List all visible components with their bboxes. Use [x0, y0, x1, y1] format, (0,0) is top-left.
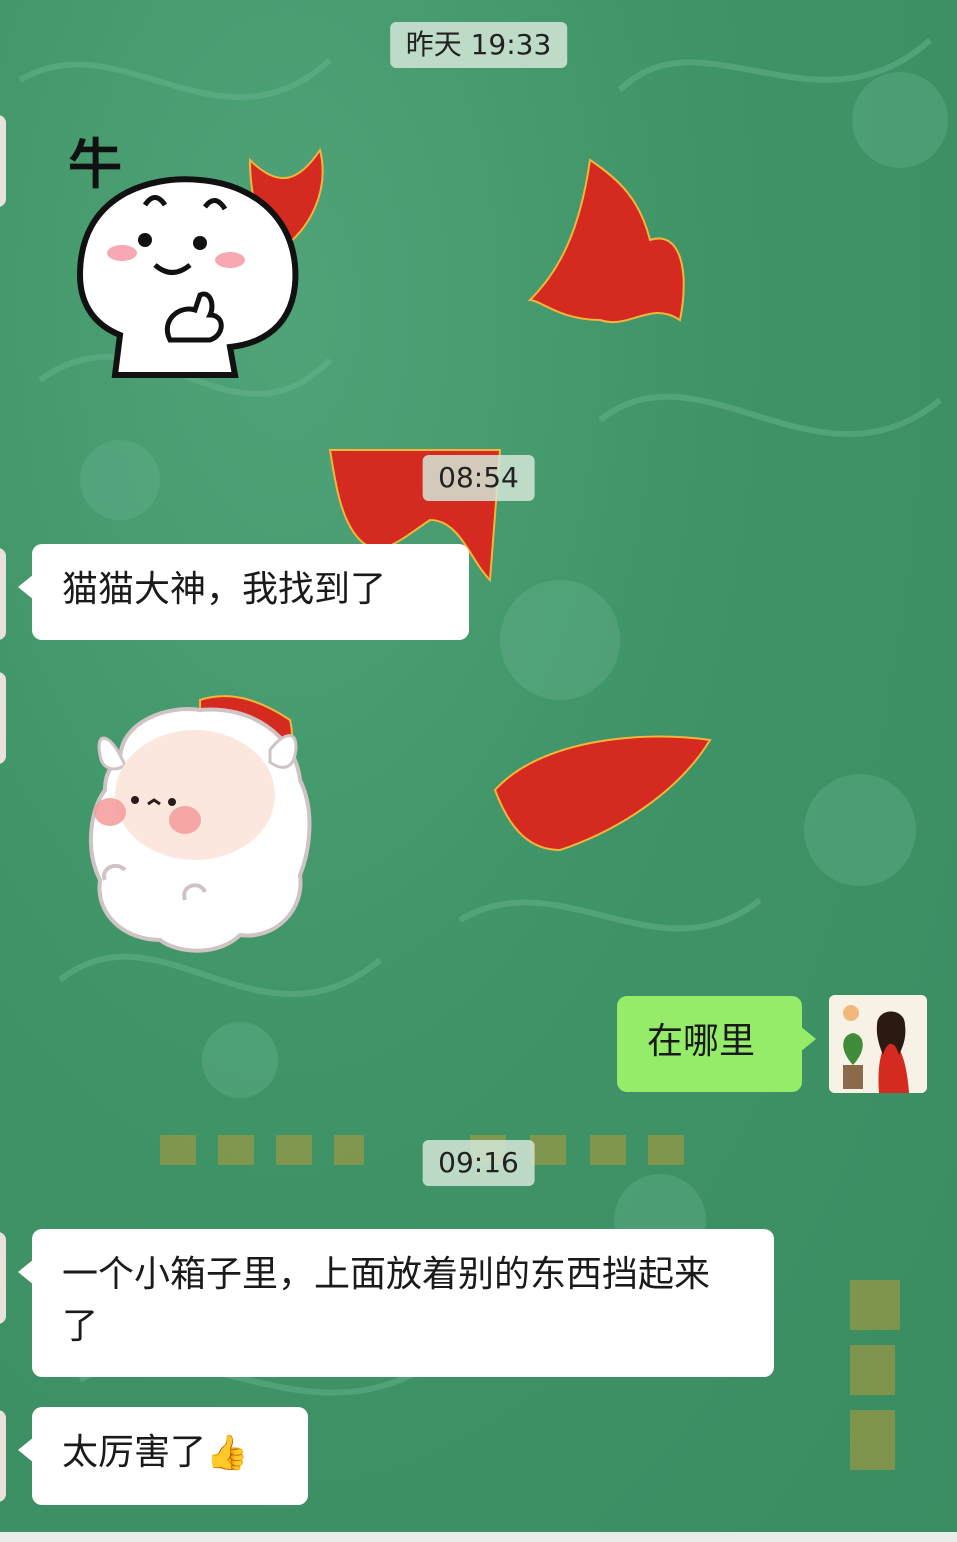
message-bubble-incoming[interactable]: 一个小箱子里，上面放着别的东西挡起来了: [18, 1229, 774, 1377]
sticker-caption: 牛: [68, 133, 122, 196]
sender-avatar[interactable]: [0, 1232, 6, 1324]
message-text: 在哪里: [647, 1021, 756, 1062]
sender-avatar[interactable]: [0, 672, 6, 764]
sender-avatar[interactable]: [0, 548, 6, 640]
bottom-bar: [0, 1532, 957, 1542]
message-bubble-incoming[interactable]: 太厉害了👍: [18, 1407, 308, 1505]
fluffy-sheep-sticker[interactable]: [80, 700, 320, 965]
timestamp: 08:54: [422, 455, 535, 501]
timestamp: 09:16: [422, 1140, 535, 1186]
thumbs-up-icon: 👍: [206, 1433, 249, 1473]
timestamp: 昨天 19:33: [389, 22, 568, 68]
message-text: 太厉害了: [62, 1432, 207, 1473]
avatar-image: [829, 995, 927, 1093]
my-avatar[interactable]: [829, 995, 927, 1093]
thumbs-up-mochi-sticker[interactable]: 牛: [60, 125, 310, 385]
message-text: 一个小箱子里，上面放着别的东西挡起来了: [62, 1254, 711, 1347]
message-bubble-outgoing[interactable]: 在哪里: [617, 996, 816, 1092]
message-text: 猫猫大神，我找到了: [62, 569, 387, 610]
sender-avatar[interactable]: [0, 115, 6, 207]
message-bubble-incoming[interactable]: 猫猫大神，我找到了: [18, 544, 469, 640]
chat-screen: 昨天 19:33 牛 08:54 猫猫大神，我找到了 在哪里 09:16 一个小…: [0, 0, 957, 1542]
sender-avatar[interactable]: [0, 1410, 6, 1502]
